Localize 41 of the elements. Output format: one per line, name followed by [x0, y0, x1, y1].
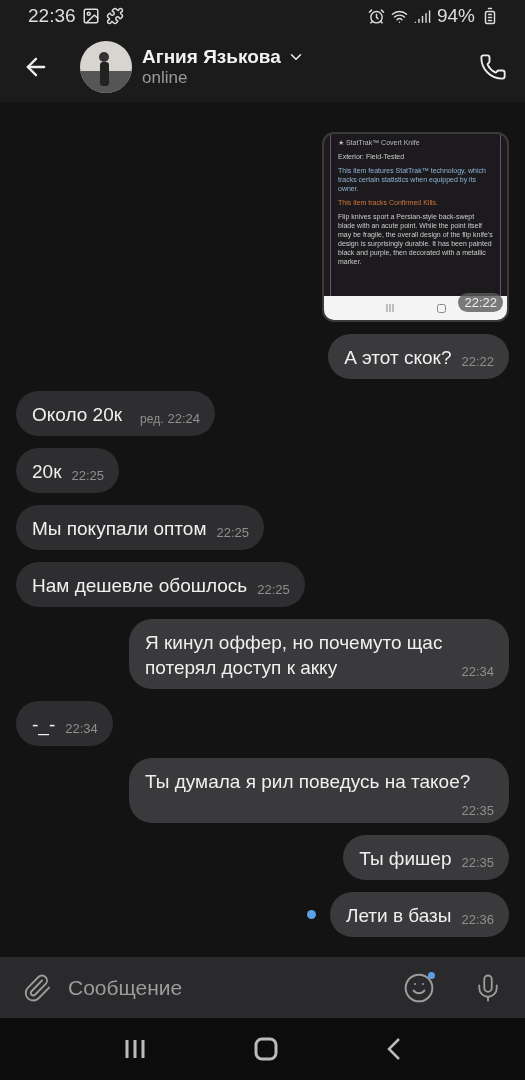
phone-icon[interactable]	[479, 53, 507, 81]
message-text: Лети в базы	[345, 905, 452, 926]
signal-icon	[413, 7, 431, 25]
contact-name: Агния Язькова	[142, 46, 281, 68]
message-time: 22:25	[257, 582, 290, 597]
message-time: 22:22	[458, 293, 503, 312]
message-time: 22:22	[461, 354, 494, 369]
composer-bar[interactable]: Сообщение	[0, 957, 525, 1018]
alarm-icon	[367, 7, 385, 25]
message-text: Мы покупали оптом	[32, 518, 207, 539]
home-icon	[436, 303, 446, 313]
message-time: 22:25	[71, 468, 104, 483]
message-time: 22:25	[216, 525, 249, 540]
message-time: 22:34	[461, 664, 494, 679]
battery-percent: 94%	[436, 5, 475, 27]
home-icon[interactable]	[254, 1037, 279, 1061]
message-text: Ты фишер	[359, 848, 452, 869]
message-text: Я кинул оффер, но почемуто щас потерял доступ к акку	[145, 632, 443, 678]
image-icon	[81, 7, 100, 25]
screenshot-image[interactable]	[322, 132, 509, 322]
recents-icon	[385, 304, 394, 312]
message-time: 22:34	[65, 721, 98, 736]
message-text: Около 20к	[32, 404, 123, 425]
message-text: 20к	[32, 461, 62, 482]
avatar[interactable]	[80, 41, 132, 93]
edited-label: ред.	[140, 412, 164, 426]
message-time: 22:24	[167, 411, 200, 426]
back-icon[interactable]	[386, 1037, 401, 1061]
clock-time: 22:36	[28, 5, 76, 27]
message-text: -_-	[32, 714, 56, 735]
message-time: 22:35	[461, 855, 494, 870]
message-text: Ты думала я рил поведусь на такое?	[145, 771, 471, 792]
recents-icon[interactable]	[124, 1038, 147, 1060]
contact-status: online	[142, 68, 189, 88]
attach-icon[interactable]	[22, 972, 52, 1003]
message-text: А этот скок?	[344, 347, 452, 368]
message-time: 22:35	[461, 803, 494, 818]
message-text: Нам дешевле обошлось	[32, 575, 248, 596]
puzzle-icon	[105, 7, 124, 25]
message-time: 22:36	[461, 912, 494, 927]
emoji-icon[interactable]	[403, 971, 435, 1004]
